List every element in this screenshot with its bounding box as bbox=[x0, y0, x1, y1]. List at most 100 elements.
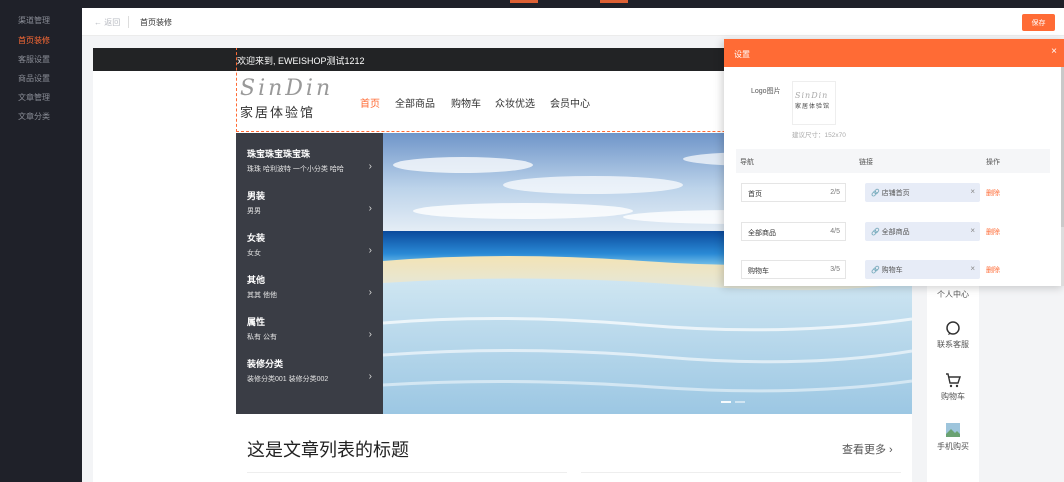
side-tool-support[interactable]: 联系客服 bbox=[927, 320, 979, 350]
back-button[interactable]: ← 返回 bbox=[94, 17, 120, 28]
category-title: 珠宝珠宝珠宝珠 bbox=[247, 149, 311, 159]
category-item[interactable]: 女装 女女 › bbox=[247, 231, 377, 258]
sidebar-item-home-decoration[interactable]: 首页装修 bbox=[18, 35, 50, 46]
link-text: 购物车 bbox=[881, 267, 903, 274]
sidebar-item-service[interactable]: 客服设置 bbox=[18, 54, 50, 65]
sidebar-item-product[interactable]: 商品设置 bbox=[18, 73, 50, 84]
image-icon bbox=[946, 423, 960, 437]
cart-icon bbox=[946, 373, 961, 388]
side-tool-label: 联系客服 bbox=[937, 340, 969, 349]
side-tool-label: 购物车 bbox=[941, 392, 965, 401]
category-sub: 其其 他他 bbox=[247, 292, 277, 299]
chat-icon bbox=[946, 321, 960, 335]
chevron-right-icon: › bbox=[368, 203, 372, 214]
nav-item-home[interactable]: 首页 bbox=[360, 95, 380, 110]
link-value: 🔗 店铺首页 bbox=[871, 190, 910, 197]
article-card bbox=[247, 472, 567, 473]
top-tab-indicator bbox=[510, 0, 538, 3]
char-count: 4/5 bbox=[830, 228, 840, 235]
side-tool-mobile[interactable]: 手机购买 bbox=[927, 422, 979, 452]
article-list-title: 这是文章列表的标题 bbox=[247, 440, 409, 460]
link-selector[interactable]: 🔗 购物车 × bbox=[865, 260, 980, 279]
nav-label-input[interactable]: 购物车 3/5 bbox=[741, 260, 846, 279]
category-item[interactable]: 珠宝珠宝珠宝珠 珠珠 哈利波特 一个小分类 哈哈 › bbox=[247, 147, 377, 174]
table-row: 全部商品 4/5 🔗 全部商品 × 删除 bbox=[736, 222, 1050, 244]
category-menu: 珠宝珠宝珠宝珠 珠珠 哈利波特 一个小分类 哈哈 › 男装 男男 › 女装 女女… bbox=[236, 133, 383, 414]
table-row: 购物车 3/5 🔗 购物车 × 删除 bbox=[736, 260, 1050, 282]
chevron-right-icon: › bbox=[368, 371, 372, 382]
category-sub: 珠珠 哈利波特 一个小分类 哈哈 bbox=[247, 166, 344, 173]
view-more-link[interactable]: 查看更多 › bbox=[842, 441, 893, 457]
link-text: 店铺首页 bbox=[881, 190, 910, 197]
link-selector[interactable]: 🔗 店铺首页 × bbox=[865, 183, 980, 202]
nav-item-all-products[interactable]: 全部商品 bbox=[395, 95, 435, 110]
nav-item-member[interactable]: 会员中心 bbox=[550, 95, 590, 110]
category-item[interactable]: 其他 其其 他他 › bbox=[247, 273, 377, 300]
category-sub: 女女 bbox=[247, 250, 261, 257]
char-count: 2/5 bbox=[830, 189, 840, 196]
clear-icon[interactable]: × bbox=[970, 264, 975, 273]
delete-button[interactable]: 删除 bbox=[986, 188, 1000, 198]
nav-label-value: 购物车 bbox=[748, 268, 769, 275]
nav-item-cart[interactable]: 购物车 bbox=[451, 95, 481, 110]
delete-button[interactable]: 删除 bbox=[986, 227, 1000, 237]
category-title: 属性 bbox=[247, 317, 266, 327]
column-nav: 导航 bbox=[740, 159, 754, 166]
nav-label-input[interactable]: 全部商品 4/5 bbox=[741, 222, 846, 241]
category-sub: 男男 bbox=[247, 208, 261, 215]
delete-button[interactable]: 删除 bbox=[986, 265, 1000, 275]
save-button[interactable]: 保存 bbox=[1022, 14, 1055, 31]
clear-icon[interactable]: × bbox=[970, 187, 975, 196]
logo-thumb-en: SinDin bbox=[795, 91, 829, 100]
admin-sidebar: 渠道管理 首页装修 客服设置 商品设置 文章管理 文章分类 bbox=[0, 0, 82, 482]
logo-image-upload[interactable]: SinDin 家居体验馆 bbox=[792, 81, 836, 125]
category-sub: 装修分类001 装修分类002 bbox=[247, 376, 329, 383]
settings-panel: 设置 × Logo图片 SinDin 家居体验馆 建议尺寸：152x70 导航 … bbox=[724, 39, 1064, 286]
sidebar-item-channel[interactable]: 渠道管理 bbox=[18, 15, 50, 26]
welcome-text: 欢迎来到, EWEISHOP测试1212 bbox=[237, 56, 365, 66]
chevron-right-icon: › bbox=[368, 287, 372, 298]
side-tool-label: 手机购买 bbox=[937, 442, 969, 451]
settings-panel-title: 设置 bbox=[734, 50, 750, 59]
side-tool-profile[interactable]: 个人中心 bbox=[927, 286, 979, 300]
top-tab-indicator bbox=[600, 0, 628, 3]
category-item[interactable]: 属性 私有 公有 › bbox=[247, 315, 377, 342]
link-text: 全部商品 bbox=[881, 229, 910, 236]
sidebar-item-article[interactable]: 文章管理 bbox=[18, 92, 50, 103]
nav-label-value: 全部商品 bbox=[748, 230, 776, 237]
editor-topbar: ← 返回 首页装修 保存 bbox=[82, 8, 1064, 36]
category-sub: 私有 公有 bbox=[247, 334, 277, 341]
column-link: 链接 bbox=[859, 159, 873, 166]
category-title: 男装 bbox=[247, 191, 266, 201]
settings-panel-header: 设置 × bbox=[724, 39, 1064, 67]
logo-size-hint: 建议尺寸：152x70 bbox=[792, 132, 846, 139]
sidebar-item-article-category[interactable]: 文章分类 bbox=[18, 111, 50, 122]
side-tool-cart[interactable]: 购物车 bbox=[927, 372, 979, 402]
chevron-right-icon: › bbox=[368, 245, 372, 256]
link-value: 🔗 全部商品 bbox=[871, 229, 910, 236]
table-row: 首页 2/5 🔗 店铺首页 × 删除 bbox=[736, 183, 1050, 205]
close-icon[interactable]: × bbox=[1051, 46, 1057, 57]
floating-side-tools: 个人中心 联系客服 购物车 手机购买 bbox=[927, 284, 979, 482]
nav-table-header: 导航 链接 操作 bbox=[736, 149, 1050, 173]
category-title: 女装 bbox=[247, 233, 266, 243]
chevron-right-icon: › bbox=[368, 161, 372, 172]
link-selector[interactable]: 🔗 全部商品 × bbox=[865, 222, 980, 241]
article-list-section: 这是文章列表的标题 查看更多 › bbox=[236, 426, 912, 482]
category-title: 其他 bbox=[247, 275, 266, 285]
clear-icon[interactable]: × bbox=[970, 226, 975, 235]
category-title: 装修分类 bbox=[247, 359, 284, 369]
nav-label-value: 首页 bbox=[748, 191, 762, 198]
column-action: 操作 bbox=[986, 159, 1000, 166]
nav-label-input[interactable]: 首页 2/5 bbox=[741, 183, 846, 202]
nav-item-selection[interactable]: 众妆优选 bbox=[495, 95, 535, 110]
article-card bbox=[581, 472, 901, 473]
page-title: 首页装修 bbox=[140, 18, 172, 27]
logo-image-label: Logo图片 bbox=[751, 88, 781, 95]
category-item[interactable]: 装修分类 装修分类001 装修分类002 › bbox=[247, 357, 377, 384]
link-value: 🔗 购物车 bbox=[871, 267, 903, 274]
chevron-right-icon: › bbox=[368, 329, 372, 340]
category-item[interactable]: 男装 男男 › bbox=[247, 189, 377, 216]
side-tool-label: 个人中心 bbox=[937, 290, 969, 299]
topbar-divider bbox=[128, 16, 129, 28]
